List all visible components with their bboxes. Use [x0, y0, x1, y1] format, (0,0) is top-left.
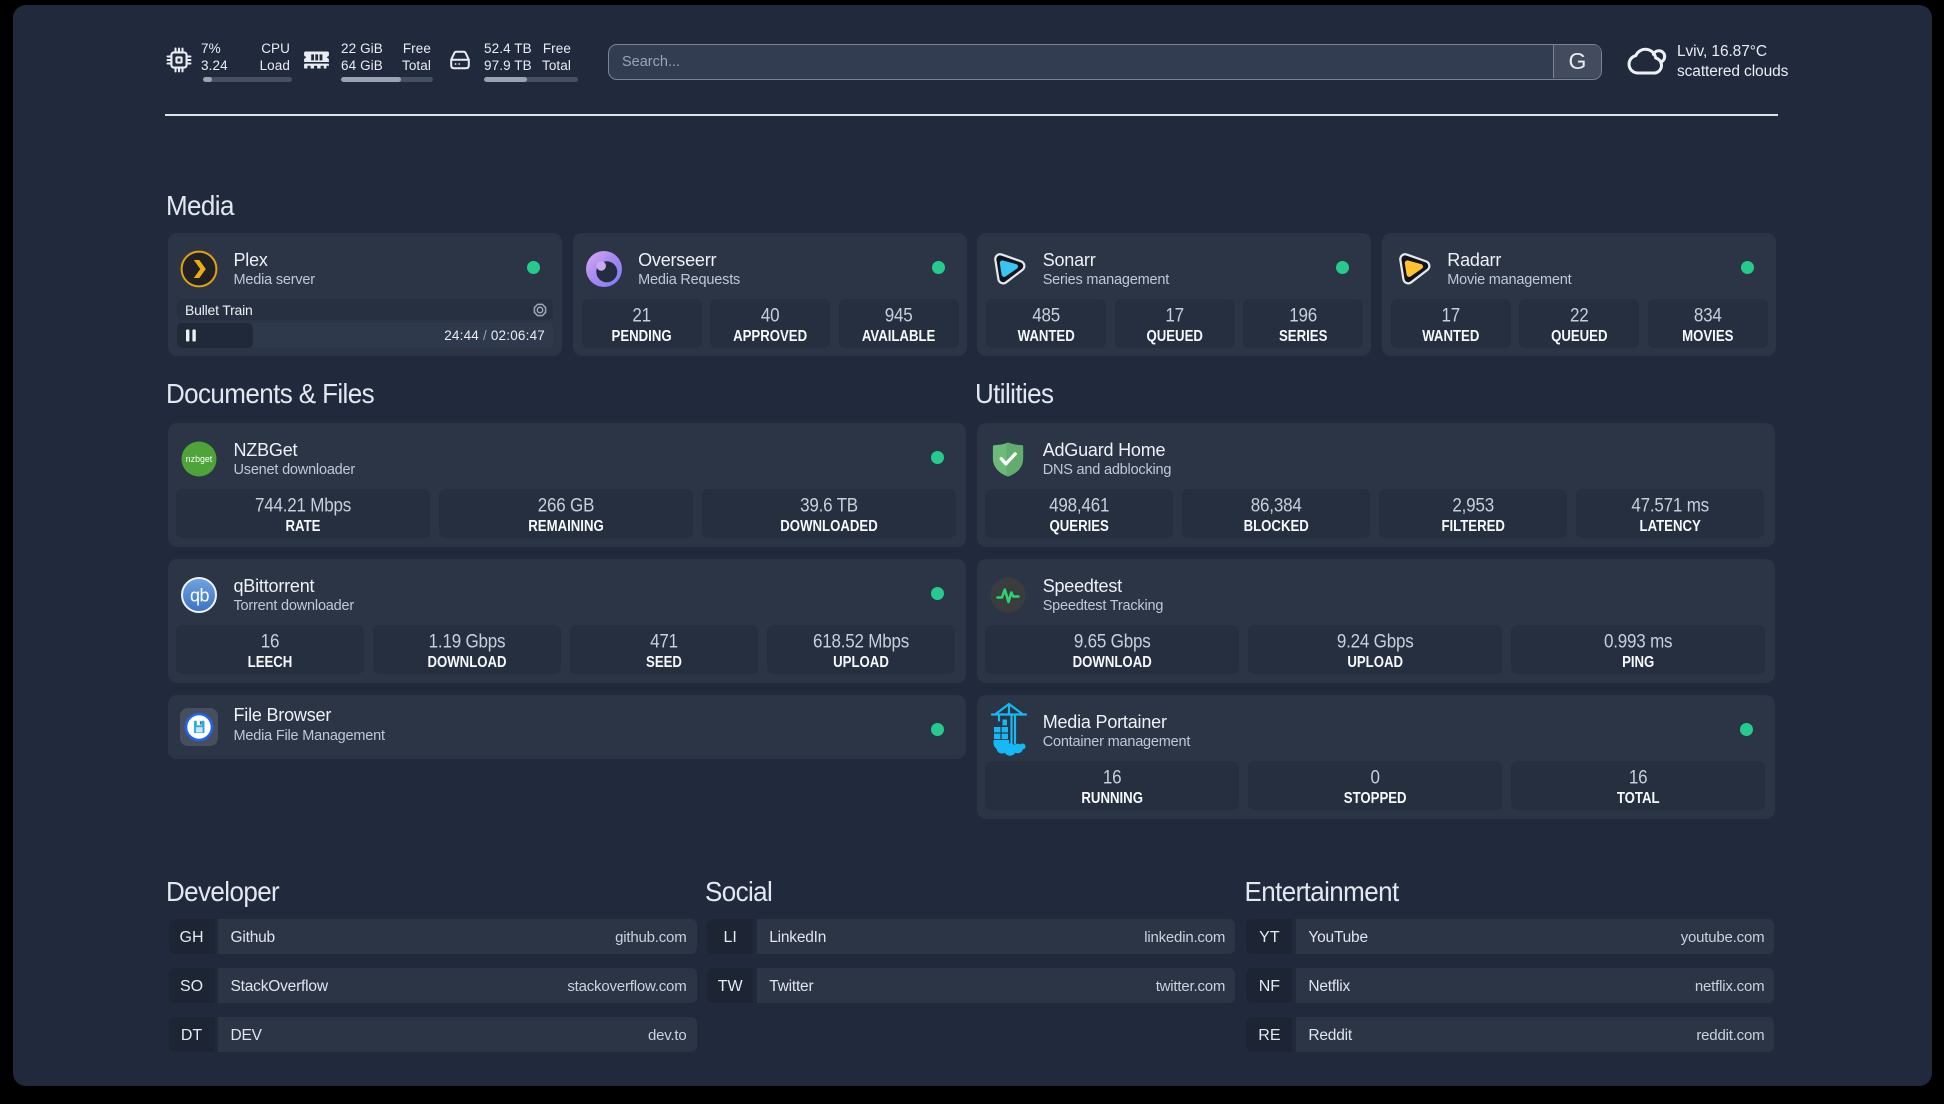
- svg-text:qb: qb: [190, 586, 210, 606]
- svg-text:nzbget: nzbget: [186, 454, 213, 464]
